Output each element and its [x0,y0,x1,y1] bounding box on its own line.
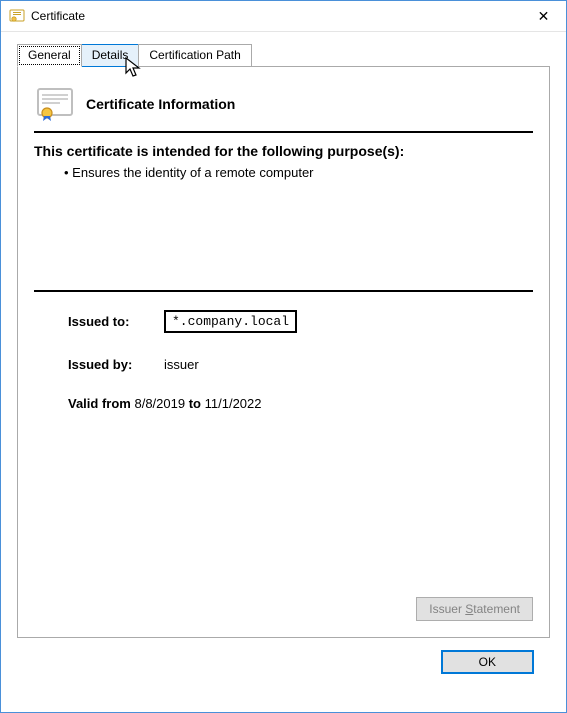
ok-button[interactable]: OK [441,650,534,674]
certificate-information-heading: Certificate Information [86,96,235,112]
tab-certification-path[interactable]: Certification Path [138,44,251,67]
tab-panel-general: Certificate Information This certificate… [17,66,550,638]
issued-by-label: Issued by: [68,357,158,372]
issued-to-value: *.company.local [164,310,297,333]
certificate-app-icon [9,8,25,24]
window-title: Certificate [31,9,85,23]
valid-to-value: 11/1/2022 [205,396,262,411]
tab-general[interactable]: General [17,44,82,67]
issuer-statement-text-post: tatement [473,602,520,616]
issuer-statement-text-pre: Issuer [429,602,465,616]
titlebar: Certificate ✕ [1,1,566,32]
tab-strip: General Details Certification Path [17,44,550,67]
close-icon: ✕ [538,8,550,25]
certificate-icon [36,87,76,121]
close-button[interactable]: ✕ [521,1,566,32]
issued-by-value: issuer [164,357,199,372]
valid-from-value: 8/8/2019 [134,396,185,411]
tab-details[interactable]: Details [81,44,140,67]
validity-row: Valid from 8/8/2019 to 11/1/2022 [68,396,533,411]
valid-to-label: to [189,396,201,411]
purpose-list: Ensures the identity of a remote compute… [64,165,533,180]
valid-from-label: Valid from [68,396,131,411]
issued-to-label: Issued to: [68,314,158,329]
issued-by-row: Issued by: issuer [68,357,533,372]
issuer-statement-button[interactable]: Issuer Statement [416,597,533,621]
purpose-item: Ensures the identity of a remote compute… [64,165,533,180]
issued-to-row: Issued to: *.company.local [68,310,533,333]
purpose-label: This certificate is intended for the fol… [34,143,533,159]
